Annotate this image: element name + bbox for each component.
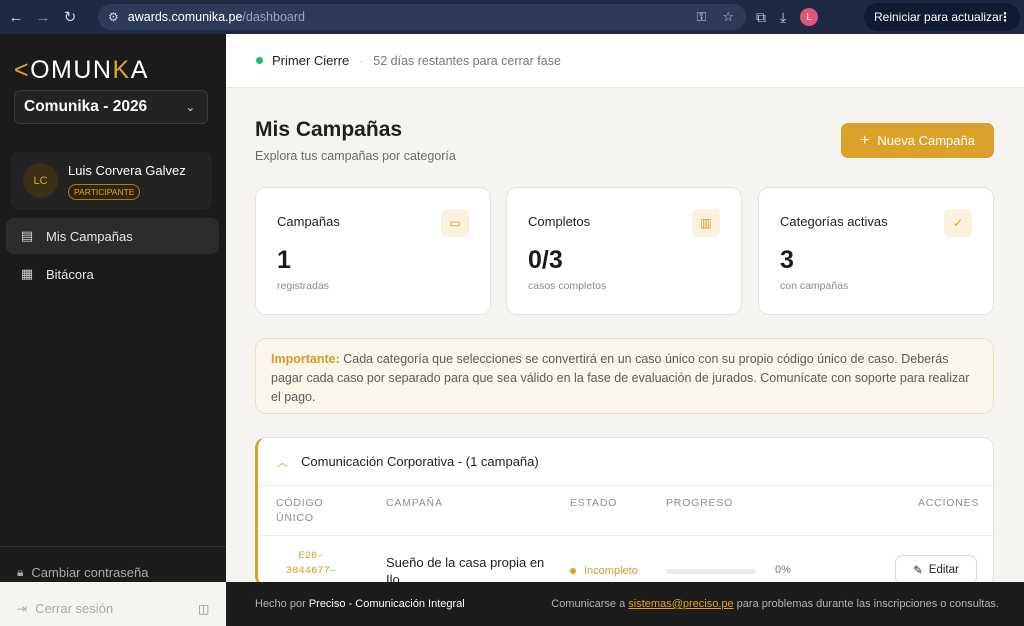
- new-campaign-label: Nueva Campaña: [877, 133, 975, 148]
- change-password-label: Cambiar contraseña: [31, 565, 149, 580]
- key-icon[interactable]: ⚿: [696, 9, 706, 25]
- notice-text: Cada categoría que selecciones se conver…: [271, 352, 970, 404]
- stat-value: 3: [780, 246, 794, 274]
- stat-caption: con campañas: [780, 280, 849, 292]
- clipboard-icon: ▤: [20, 228, 34, 243]
- sidebar: <OMUNKA Comunika - 2026 ⌄ LC Luis Corver…: [0, 34, 226, 616]
- phase-name: Primer Cierre: [272, 53, 350, 68]
- page-title: Mis Campañas: [255, 118, 403, 141]
- category-header[interactable]: ︿ Comunicación Corporativa - (1 campaña): [258, 438, 993, 486]
- phase-bar: Primer Cierre · 52 días restantes para c…: [226, 34, 1024, 88]
- profile-avatar[interactable]: L: [800, 8, 819, 26]
- extensions-icon[interactable]: ⧉: [756, 9, 766, 26]
- separator: ·: [359, 53, 364, 68]
- reload-icon[interactable]: ↻: [59, 6, 81, 28]
- download-icon[interactable]: ⤓: [780, 9, 786, 26]
- progress-bar: [666, 569, 756, 574]
- sidebar-item-label: Bitácora: [46, 266, 94, 282]
- folder-icon: ▭: [441, 209, 469, 237]
- stat-value: 1: [277, 246, 291, 274]
- address-bar[interactable]: ⚙ awards.comunika.pe/dashboard ⚿ ☆: [98, 4, 746, 30]
- progress-text: 0%: [775, 564, 791, 576]
- stat-caption: casos completos: [528, 280, 607, 292]
- plus-icon: +: [860, 131, 870, 149]
- lock-icon: 🔒︎: [17, 565, 24, 579]
- support-email-link[interactable]: sistemas@preciso.pe: [628, 598, 733, 610]
- user-name: Luis Corvera Galvez: [68, 163, 186, 178]
- stat-card-categorias: Categorías activas ✓ 3 con campañas: [758, 187, 994, 315]
- season-selector[interactable]: Comunika - 2026 ⌄: [14, 90, 208, 124]
- column-header-progress: PROGRESO: [666, 497, 734, 509]
- stat-label: Completos: [528, 214, 591, 229]
- forward-icon[interactable]: →: [32, 6, 54, 28]
- footer: Hecho por Preciso - Comunicación Integra…: [226, 582, 1024, 626]
- site-settings-icon[interactable]: ⚙: [108, 10, 119, 24]
- user-card: LC Luis Corvera Galvez PARTICIPANTE: [10, 152, 212, 210]
- url-path: /dashboard: [242, 10, 305, 24]
- stat-caption: registradas: [277, 280, 329, 292]
- restart-update-label: Reiniciar para actualizar: [874, 10, 1003, 24]
- logo: <OMUNKA: [14, 56, 149, 84]
- season-label: Comunika - 2026: [24, 98, 148, 115]
- avatar: LC: [23, 163, 58, 198]
- footer-company: Preciso - Comunicación Integral: [308, 598, 465, 610]
- check-circle-icon: ✓: [944, 209, 972, 237]
- stat-card-completos: Completos ▥ 0/3 casos completos: [506, 187, 742, 315]
- status-label: Incompleto: [584, 565, 638, 577]
- column-header-code: CÓDIGO ÚNICO: [276, 497, 324, 524]
- star-icon[interactable]: ☆: [722, 9, 734, 25]
- log-icon: ▦: [20, 266, 34, 281]
- category-title: Comunicación Corporativa - (1 campaña): [301, 454, 539, 469]
- sidebar-item-mis-campanas[interactable]: ▤ Mis Campañas: [6, 218, 219, 254]
- table-row-divider: [258, 535, 993, 536]
- sidebar-divider: [0, 546, 226, 547]
- browser-toolbar: ← → ↻ ⚙ awards.comunika.pe/dashboard ⚿ ☆…: [0, 0, 1024, 34]
- new-campaign-button[interactable]: + Nueva Campaña: [841, 123, 994, 158]
- notice-label: Importante:: [271, 352, 340, 366]
- role-badge: PARTICIPANTE: [68, 184, 141, 200]
- column-header-actions: ACCIONES: [918, 497, 980, 509]
- back-icon[interactable]: ←: [5, 6, 27, 28]
- restart-update-button[interactable]: Reiniciar para actualizar ⋮: [864, 3, 1020, 31]
- column-header-campaign: CAMPAÑA: [386, 497, 443, 509]
- sidebar-item-bitacora[interactable]: ▦ Bitácora: [6, 256, 219, 292]
- edit-icon: ✎: [913, 564, 923, 577]
- page-subtitle: Explora tus campañas por categoría: [255, 149, 456, 163]
- chevron-up-icon: ︿: [277, 456, 288, 469]
- logout-icon: ⇥: [17, 601, 28, 616]
- change-password-link[interactable]: 🔒︎ Cambiar contraseña: [17, 565, 148, 580]
- column-header-status: ESTADO: [570, 497, 618, 509]
- status-dot: [256, 57, 263, 64]
- stat-card-campanas: Campañas ▭ 1 registradas: [255, 187, 491, 315]
- status-dot: [570, 568, 576, 574]
- edit-label: Editar: [928, 563, 959, 576]
- status-badge: Incompleto: [570, 565, 638, 577]
- logout-link[interactable]: ⇥ Cerrar sesión: [17, 601, 113, 616]
- url-host: awards.comunika.pe: [127, 10, 243, 24]
- chevron-down-icon: ⌄: [185, 101, 195, 114]
- stat-value: 0/3: [528, 246, 563, 274]
- phase-remaining: 52 días restantes para cerrar fase: [373, 53, 561, 68]
- bar-chart-icon: ▥: [692, 209, 720, 237]
- collapse-sidebar-icon[interactable]: ◫: [198, 602, 209, 616]
- category-panel: ︿ Comunicación Corporativa - (1 campaña)…: [255, 437, 994, 587]
- stat-label: Categorías activas: [780, 214, 888, 229]
- case-code: E26–3844677–: [285, 550, 337, 577]
- edit-button[interactable]: ✎ Editar: [895, 555, 977, 584]
- footer-contact: Comunicarse a sistemas@preciso.pe para p…: [551, 598, 999, 610]
- important-notice: Importante: Cada categoría que seleccion…: [255, 338, 994, 414]
- sidebar-item-label: Mis Campañas: [46, 228, 133, 244]
- logout-label: Cerrar sesión: [35, 601, 114, 616]
- menu-dots-icon[interactable]: ⋮: [999, 10, 1011, 24]
- footer-credit: Hecho por Preciso - Comunicación Integra…: [255, 598, 465, 610]
- stat-label: Campañas: [277, 214, 340, 229]
